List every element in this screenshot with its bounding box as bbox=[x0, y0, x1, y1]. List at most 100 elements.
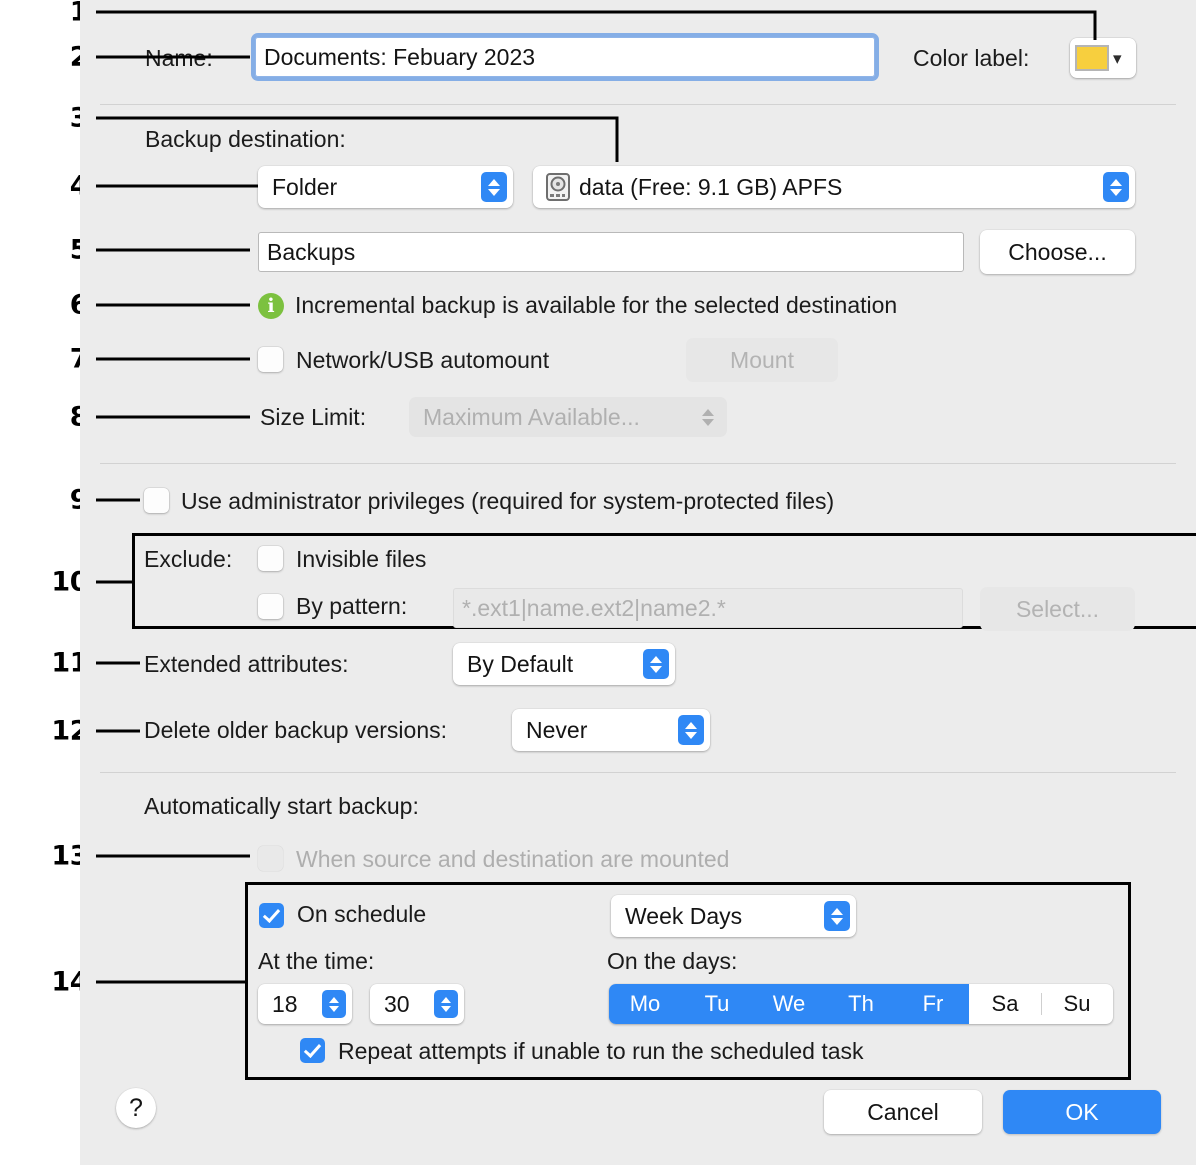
hour-stepper[interactable]: 18 bbox=[258, 984, 352, 1024]
automount-row: Network/USB automount Mount bbox=[80, 338, 1196, 382]
schedule-frequency-popup[interactable]: Week Days bbox=[611, 895, 856, 937]
popup-arrows-icon bbox=[643, 649, 669, 679]
color-swatch bbox=[1075, 45, 1109, 71]
extended-attributes-value: By Default bbox=[467, 650, 574, 677]
info-icon: i bbox=[258, 292, 284, 319]
popup-arrows-icon bbox=[824, 901, 850, 931]
when-mounted-label: When source and destination are mounted bbox=[296, 845, 730, 872]
exclude-pattern-placeholder: *.ext1|name.ext2|name2.* bbox=[462, 594, 726, 621]
size-limit-popup[interactable]: Maximum Available... bbox=[409, 397, 727, 437]
repeat-attempts-label: Repeat attempts if unable to run the sch… bbox=[338, 1037, 864, 1064]
destination-type-value: Folder bbox=[272, 173, 338, 200]
at-the-time-label: At the time: bbox=[258, 947, 375, 974]
color-label-picker[interactable]: ▾ bbox=[1070, 38, 1136, 78]
popup-arrows-icon bbox=[695, 402, 721, 432]
popup-arrows-icon bbox=[481, 172, 507, 202]
repeat-attempts-row: Repeat attempts if unable to run the sch… bbox=[80, 1037, 1196, 1065]
exclude-invisible-row: Exclude: Invisible files bbox=[80, 545, 1196, 573]
help-button[interactable]: ? bbox=[116, 1088, 156, 1128]
popup-arrows-icon bbox=[1103, 172, 1129, 202]
admin-privileges-checkbox[interactable] bbox=[144, 488, 169, 513]
name-label: Name: bbox=[145, 44, 213, 71]
weekday-fr[interactable]: Fr bbox=[897, 984, 969, 1024]
separator-bottom bbox=[100, 772, 1176, 773]
weekday-mo[interactable]: Mo bbox=[609, 984, 681, 1024]
chevron-down-icon: ▾ bbox=[1113, 48, 1122, 68]
repeat-attempts-checkbox[interactable] bbox=[300, 1038, 325, 1063]
task-name-input[interactable]: Documents: Febuary 2023 bbox=[251, 33, 879, 81]
callout-number-2: 2 bbox=[69, 41, 89, 73]
admin-privileges-label: Use administrator privileges (required f… bbox=[181, 487, 835, 514]
callout-number-5: 5 bbox=[69, 234, 89, 266]
destination-path-input[interactable]: Backups bbox=[258, 232, 964, 272]
on-schedule-row: On schedule Week Days bbox=[80, 895, 1196, 937]
callout-number-11: 11 bbox=[51, 647, 88, 679]
size-limit-row: Size Limit: Maximum Available... bbox=[80, 397, 1196, 437]
exclude-pattern-input[interactable]: *.ext1|name.ext2|name2.* bbox=[453, 588, 963, 628]
incremental-backup-text: Incremental backup is available for the … bbox=[295, 292, 898, 318]
callout-number-1: 1 bbox=[69, 0, 89, 28]
extended-attributes-row: Extended attributes: By Default bbox=[80, 643, 1196, 685]
when-mounted-row: When source and destination are mounted bbox=[80, 845, 1196, 873]
exclude-pattern-row: By pattern: *.ext1|name.ext2|name2.* Sel… bbox=[80, 587, 1196, 631]
callout-number-7: 7 bbox=[69, 343, 89, 375]
auto-start-label: Automatically start backup: bbox=[144, 793, 419, 819]
weekday-sa[interactable]: Sa bbox=[969, 984, 1041, 1024]
weekday-th[interactable]: Th bbox=[825, 984, 897, 1024]
delete-older-versions-row: Delete older backup versions: Never bbox=[80, 709, 1196, 751]
backup-destination-label: Backup destination: bbox=[145, 126, 346, 152]
mount-button[interactable]: Mount bbox=[686, 338, 838, 382]
schedule-frequency-value: Week Days bbox=[625, 902, 743, 929]
extended-attributes-popup[interactable]: By Default bbox=[453, 643, 675, 685]
exclude-invisible-checkbox[interactable] bbox=[258, 546, 283, 571]
schedule-subheaders-row: At the time: On the days: bbox=[80, 947, 1196, 975]
choose-button[interactable]: Choose... bbox=[980, 230, 1135, 274]
on-schedule-label: On schedule bbox=[297, 901, 427, 927]
delete-older-versions-label: Delete older backup versions: bbox=[144, 716, 447, 743]
weekday-selector[interactable]: Mo Tu We Th Fr Sa Su bbox=[609, 984, 1113, 1024]
minute-value: 30 bbox=[384, 990, 410, 1017]
schedule-time-days-row: 18 30 Mo Tu We Th Fr Sa Su bbox=[80, 984, 1196, 1024]
exclude-pattern-checkbox[interactable] bbox=[258, 594, 283, 619]
delete-older-versions-value: Never bbox=[526, 716, 588, 743]
on-schedule-checkbox[interactable] bbox=[259, 903, 284, 928]
callout-number-4: 4 bbox=[69, 170, 89, 202]
select-patterns-button[interactable]: Select... bbox=[980, 587, 1135, 631]
delete-older-versions-popup[interactable]: Never bbox=[512, 709, 710, 751]
exclude-label: Exclude: bbox=[144, 545, 233, 572]
stepper-arrows-icon bbox=[322, 990, 346, 1018]
on-the-days-label: On the days: bbox=[607, 947, 738, 974]
callout-number-3: 3 bbox=[69, 102, 89, 134]
backup-task-settings-dialog: Name: Documents: Febuary 2023 Color labe… bbox=[80, 0, 1196, 1165]
callout-number-9: 9 bbox=[69, 484, 89, 516]
size-limit-value: Maximum Available... bbox=[423, 403, 640, 430]
callout-number-14: 14 bbox=[51, 966, 88, 998]
color-label-label: Color label: bbox=[913, 44, 1030, 71]
stepper-arrows-icon bbox=[434, 990, 458, 1018]
exclude-pattern-label: By pattern: bbox=[296, 593, 408, 619]
minute-stepper[interactable]: 30 bbox=[370, 984, 464, 1024]
hour-value: 18 bbox=[272, 990, 298, 1017]
callout-number-6: 6 bbox=[69, 289, 89, 321]
name-row: Name: Documents: Febuary 2023 Color labe… bbox=[80, 33, 1196, 81]
callout-number-13: 13 bbox=[51, 840, 88, 872]
weekday-su[interactable]: Su bbox=[1041, 984, 1113, 1024]
when-mounted-checkbox[interactable] bbox=[258, 846, 283, 871]
weekday-tu[interactable]: Tu bbox=[681, 984, 753, 1024]
destination-volume-value: data (Free: 9.1 GB) APFS bbox=[579, 173, 843, 200]
separator-middle bbox=[100, 463, 1176, 464]
destination-volume-popup[interactable]: data (Free: 9.1 GB) APFS bbox=[533, 166, 1135, 208]
size-limit-label: Size Limit: bbox=[260, 403, 367, 430]
extended-attributes-label: Extended attributes: bbox=[144, 650, 349, 677]
hard-disk-icon bbox=[545, 173, 571, 201]
callout-number-12: 12 bbox=[51, 715, 88, 747]
admin-privileges-row: Use administrator privileges (required f… bbox=[80, 487, 1196, 515]
cancel-button[interactable]: Cancel bbox=[824, 1090, 982, 1134]
destination-row: Folder data (Free: 9.1 GB) APFS bbox=[80, 166, 1196, 208]
callout-number-8: 8 bbox=[69, 401, 89, 433]
ok-button[interactable]: OK bbox=[1003, 1090, 1161, 1134]
destination-type-popup[interactable]: Folder bbox=[258, 166, 513, 208]
weekday-we[interactable]: We bbox=[753, 984, 825, 1024]
callout-number-10: 10 bbox=[51, 566, 88, 598]
automount-checkbox[interactable] bbox=[258, 347, 283, 372]
